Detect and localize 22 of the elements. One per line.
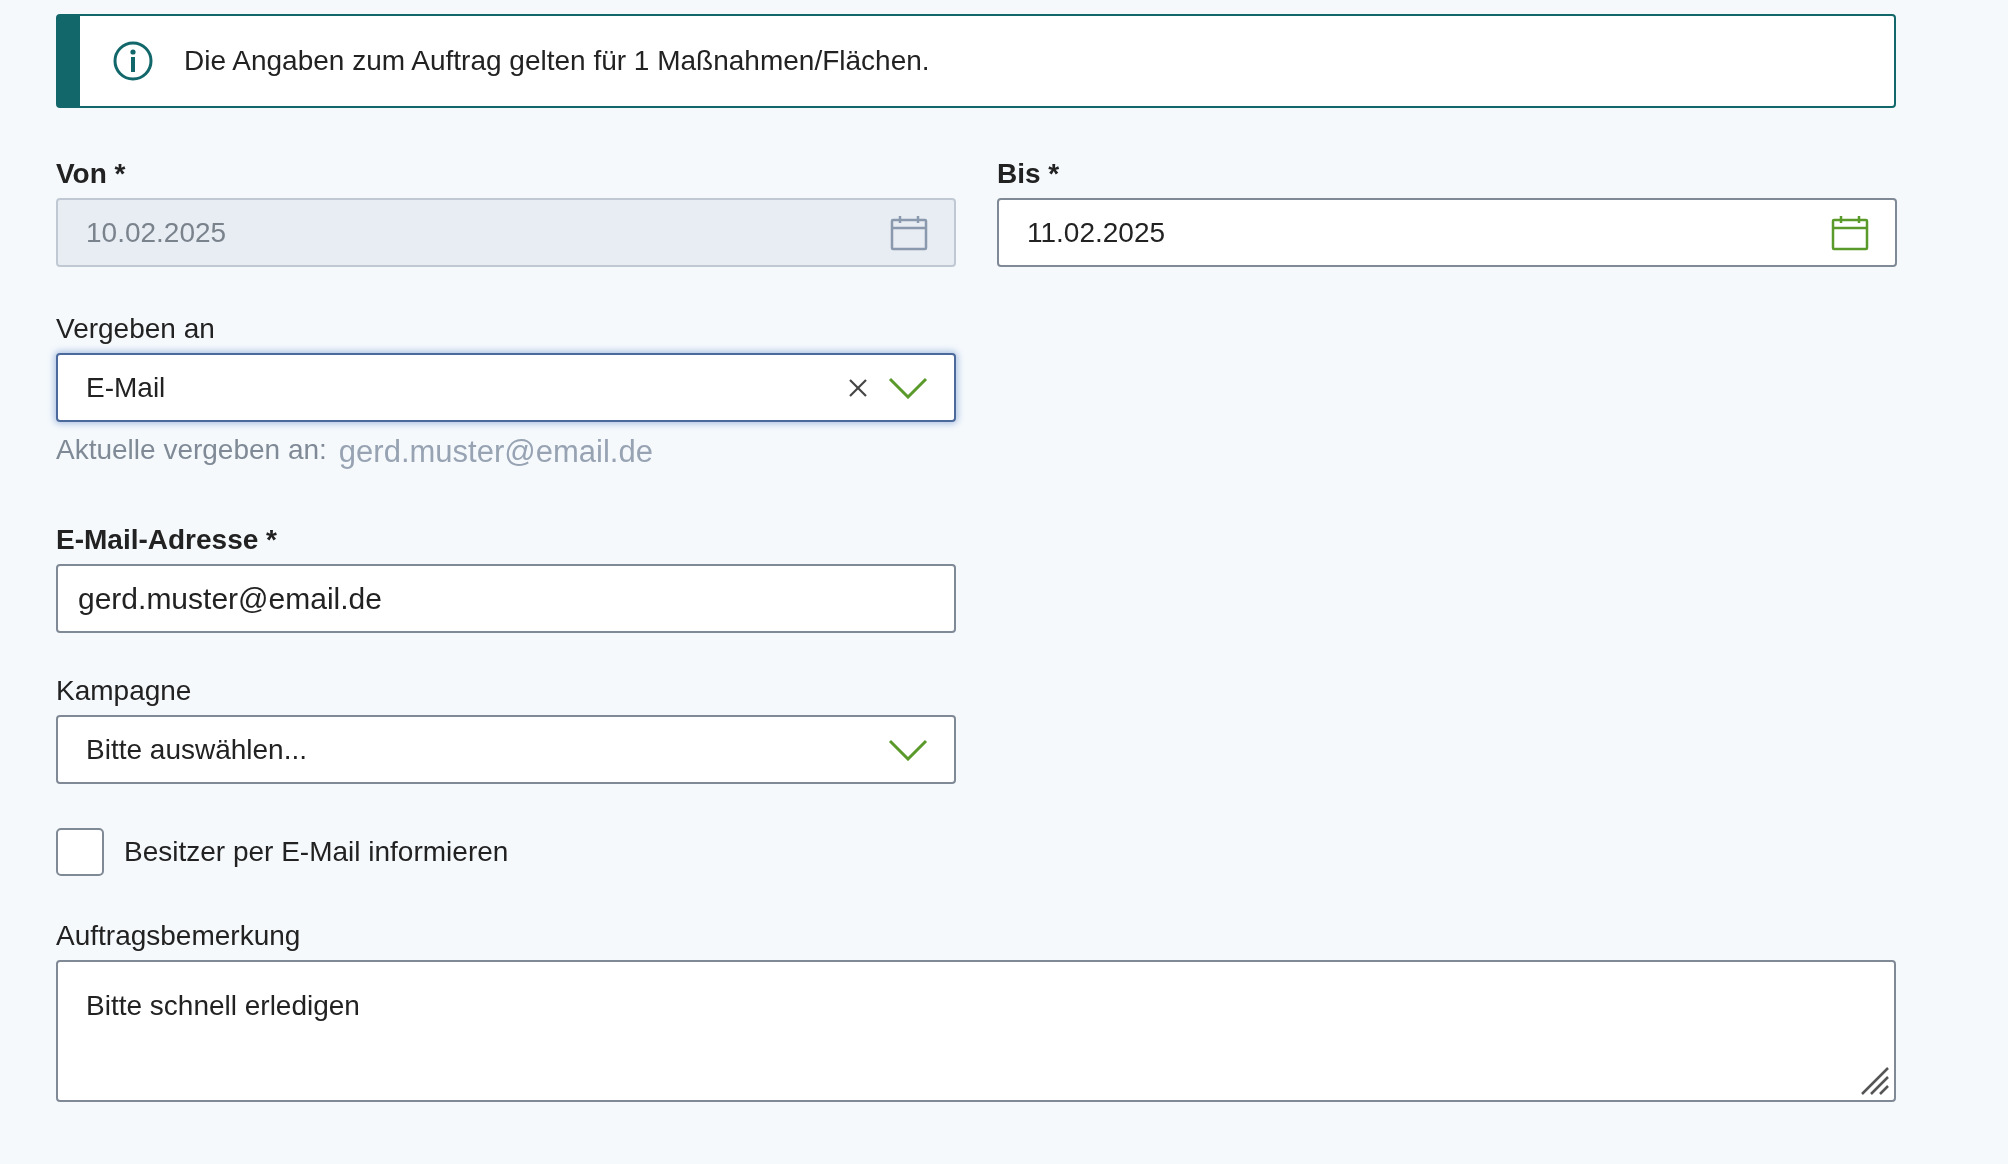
chevron-down-icon[interactable] [888, 738, 928, 761]
checkbox-label: Besitzer per E-Mail informieren [124, 836, 509, 868]
hint-value: gerd.muster@email.de [338, 434, 653, 470]
chevron-down-icon[interactable] [888, 376, 928, 399]
date-field[interactable]: 11.02.2025 [997, 198, 1897, 267]
select-field[interactable]: Bitte auswählen... [56, 715, 956, 784]
info-icon [112, 40, 154, 82]
calendar-icon[interactable] [1831, 214, 1869, 251]
remark-text: Bitte schnell erledigen [86, 990, 360, 1021]
close-icon[interactable] [848, 377, 868, 398]
field-label: Kampagne [56, 675, 193, 707]
field-label: Vergeben an [56, 313, 216, 345]
hint-label: Aktuelle vergeben an: [56, 434, 327, 467]
field-label: Bis * [997, 158, 1061, 190]
info-text: Die Angaben zum Auftrag gelten für 1 Maßnahmen/Flächen. [184, 45, 930, 77]
checkbox[interactable] [56, 828, 104, 876]
field-label: E-Mail-Adresse * [56, 524, 278, 556]
select-field[interactable]: E-Mail [56, 353, 956, 422]
field-label: Auftragsbemerkung [56, 920, 302, 952]
email-input[interactable]: gerd.muster@email.de [56, 564, 956, 633]
field-label: Von * [56, 158, 127, 190]
remark-textarea[interactable]: Bitte schnell erledigen [56, 960, 1896, 1102]
